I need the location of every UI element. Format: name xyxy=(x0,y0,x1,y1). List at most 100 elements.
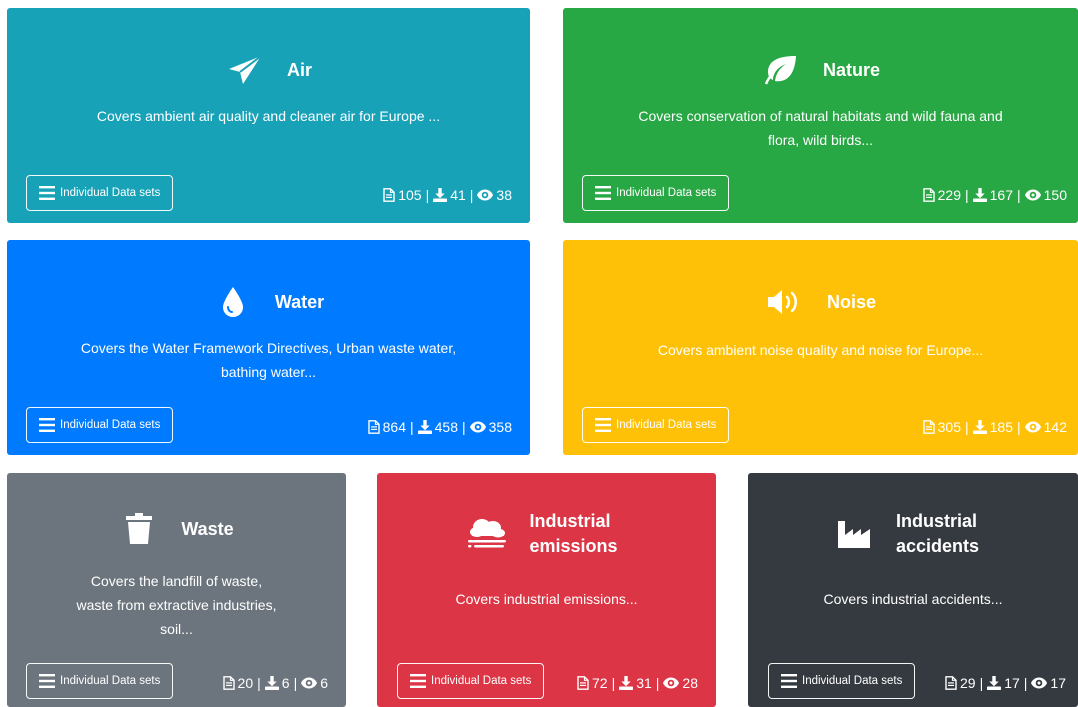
files-count: 305 xyxy=(937,419,961,435)
files-count: 72 xyxy=(591,675,608,691)
card-description: Covers the landfill of waste, waste from… xyxy=(76,573,277,637)
card-water: Water Covers the Water Framework Directi… xyxy=(7,240,530,455)
file-icon xyxy=(923,420,935,434)
separator: | xyxy=(257,675,261,691)
card-stats: 305 | 185 | 142 xyxy=(923,419,1067,435)
card-description: Covers ambient air quality and cleaner a… xyxy=(96,108,441,124)
list-icon xyxy=(781,674,797,688)
separator: | xyxy=(1017,419,1021,435)
views-count: 28 xyxy=(682,675,698,691)
individual-data-sets-button[interactable]: Individual Data sets xyxy=(397,663,545,699)
file-icon xyxy=(368,420,380,434)
file-icon xyxy=(223,676,235,690)
card-nature: Nature Covers conservation of natural ha… xyxy=(563,8,1078,223)
separator: | xyxy=(293,675,298,691)
leaf-icon xyxy=(761,50,801,90)
card-title: Industrial emissions xyxy=(529,511,618,556)
separator: | xyxy=(410,419,414,435)
views-count: 38 xyxy=(496,187,512,203)
separator: | xyxy=(655,675,660,691)
card-description: Covers conservation of natural habitats … xyxy=(638,108,1003,148)
views-count: 358 xyxy=(488,419,512,435)
card-description: Covers the Water Framework Directives, U… xyxy=(80,340,457,380)
card-title: Nature xyxy=(822,59,880,80)
file-icon xyxy=(923,188,935,202)
files-count: 29 xyxy=(959,675,976,691)
individual-data-sets-button[interactable]: Individual Data sets xyxy=(26,175,174,211)
download-icon xyxy=(973,420,987,434)
individual-data-sets-button[interactable]: Individual Data sets xyxy=(582,175,730,211)
card-title: Industrial accidents xyxy=(896,511,980,556)
views-count: 150 xyxy=(1043,187,1067,203)
eye-icon xyxy=(1025,189,1041,201)
trash-icon xyxy=(119,509,159,549)
downloads-count: 167 xyxy=(989,187,1013,203)
smog-icon xyxy=(467,514,508,554)
files-count: 229 xyxy=(937,187,961,203)
individual-data-sets-button[interactable]: Individual Data sets xyxy=(26,663,174,699)
downloads-count: 17 xyxy=(1004,675,1020,691)
download-icon xyxy=(433,188,447,202)
card-title: Waste xyxy=(181,518,234,539)
separator: | xyxy=(965,419,969,435)
separator: | xyxy=(1017,187,1021,203)
separator: | xyxy=(462,419,466,435)
card-title: Water xyxy=(274,291,325,312)
list-icon xyxy=(39,418,55,432)
file-icon xyxy=(945,676,957,690)
eye-icon xyxy=(470,421,486,433)
card-waste: Waste Covers the landfill of waste, wast… xyxy=(7,473,346,707)
list-icon xyxy=(595,186,611,200)
individual-data-sets-button[interactable]: Individual Data sets xyxy=(26,407,174,443)
card-stats: 72 | 31 | 28 xyxy=(577,675,698,691)
card-air: Air Covers ambient air quality and clean… xyxy=(7,8,530,223)
water-drop-icon xyxy=(213,282,253,322)
list-icon xyxy=(410,674,426,688)
file-icon xyxy=(383,188,395,202)
separator: | xyxy=(611,675,616,691)
card-stats: 229 | 167 | 150 xyxy=(923,187,1067,203)
download-icon xyxy=(973,188,987,202)
volume-up-icon xyxy=(765,282,805,322)
eye-icon xyxy=(1031,677,1047,689)
list-icon xyxy=(39,186,55,200)
download-icon xyxy=(265,676,279,690)
downloads-count: 31 xyxy=(636,675,652,691)
files-count: 20 xyxy=(237,675,254,691)
card-industrial-emissions: Industrial emissions Covers industrial e… xyxy=(377,473,716,707)
downloads-count: 458 xyxy=(434,419,458,435)
downloads-count: 185 xyxy=(989,419,1013,435)
card-title: Noise xyxy=(826,291,877,312)
individual-data-sets-button[interactable]: Individual Data sets xyxy=(582,407,730,443)
card-stats: 105 | 41 | 38 xyxy=(383,187,512,203)
views-count: 17 xyxy=(1050,675,1066,691)
downloads-count: 6 xyxy=(281,675,290,691)
eye-icon xyxy=(663,677,679,689)
list-icon xyxy=(595,418,611,432)
card-description: Covers industrial accidents... xyxy=(823,591,1003,607)
views-count: 6 xyxy=(320,675,328,691)
card-stats: 29 | 17 | 17 xyxy=(945,675,1066,691)
download-icon xyxy=(619,676,633,690)
card-industrial-accidents: Industrial accidents Covers industrial a… xyxy=(748,473,1078,707)
views-count: 142 xyxy=(1043,419,1067,435)
downloads-count: 41 xyxy=(450,187,466,203)
separator: | xyxy=(425,187,430,203)
individual-data-sets-button[interactable]: Individual Data sets xyxy=(768,663,916,699)
files-count: 105 xyxy=(398,187,422,203)
industry-icon xyxy=(834,514,874,554)
eye-icon xyxy=(1025,421,1041,433)
card-title: Air xyxy=(286,59,312,80)
card-stats: 864 | 458 | 358 xyxy=(368,419,512,435)
separator: | xyxy=(965,187,969,203)
separator: | xyxy=(979,675,984,691)
eye-icon xyxy=(477,189,493,201)
card-noise: Noise Covers ambient noise quality and n… xyxy=(563,240,1078,455)
separator: | xyxy=(1023,675,1028,691)
paper-plane-icon xyxy=(225,50,265,90)
download-icon xyxy=(987,676,1001,690)
eye-icon xyxy=(301,677,317,689)
separator: | xyxy=(469,187,474,203)
file-icon xyxy=(577,676,589,690)
card-description: Covers industrial emissions... xyxy=(455,591,638,607)
